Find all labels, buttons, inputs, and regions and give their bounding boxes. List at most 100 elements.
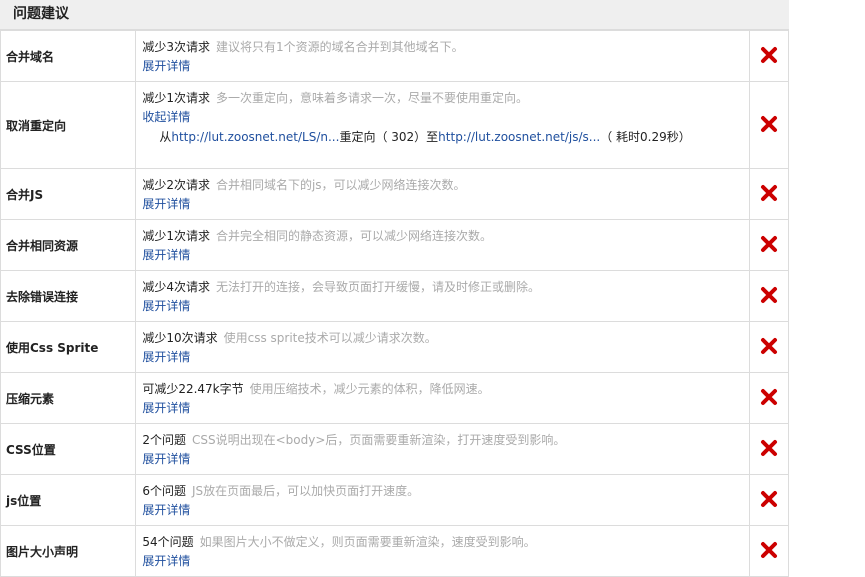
suggestion-row: 合并域名 减少3次请求 建议将只有1个资源的域名合并到其他域名下。 展开详情 (0, 30, 790, 82)
suggestions-table: 合并域名 减少3次请求 建议将只有1个资源的域名合并到其他域名下。 展开详情 取消… (0, 30, 790, 577)
suggestions-panel: 问题建议 合并域名 减少3次请求 建议将只有1个资源的域名合并到其他域名下。 展开… (0, 0, 790, 577)
rule-count: 减少10次请求 (142, 331, 218, 345)
redirect-to-link[interactable]: http://lut.zoosnet.net/js/s... (438, 130, 600, 144)
rule-action-cell (748, 321, 790, 373)
rule-description: CSS说明出现在<body>后，页面需要重新渲染，打开速度受到影响。 (191, 433, 566, 447)
rule-description: 合并完全相同的静态资源，可以减少网络连接次数。 (215, 229, 492, 243)
suggestion-row: 合并JS 减少2次请求 合并相同域名下的js，可以减少网络连接次数。 展开详情 (0, 168, 790, 220)
rule-detail: 2个问题 CSS说明出现在<body>后，页面需要重新渲染，打开速度受到影响。 展… (135, 423, 750, 475)
rule-detail: 减少2次请求 合并相同域名下的js，可以减少网络连接次数。 展开详情 (135, 168, 750, 220)
close-icon[interactable] (760, 490, 778, 511)
rule-description: 建议将只有1个资源的域名合并到其他域名下。 (215, 40, 464, 54)
suggestions-table-body: 合并域名 减少3次请求 建议将只有1个资源的域名合并到其他域名下。 展开详情 取消… (0, 30, 790, 577)
rule-description: 使用css sprite技术可以减少请求次数。 (223, 331, 437, 345)
rule-count: 可减少22.47k字节 (142, 382, 244, 396)
rule-action-cell (748, 168, 790, 220)
suggestion-row: 取消重定向 减少1次请求 多一次重定向，意味着多请求一次，尽量不要使用重定向。 收… (0, 81, 790, 169)
suggestion-row: 合并相同资源 减少1次请求 合并完全相同的静态资源，可以减少网络连接次数。 展开详… (0, 219, 790, 271)
expand-details-link[interactable]: 展开详情 (142, 247, 190, 263)
redirect-time-text: （ 耗时0.29秒） (600, 130, 691, 144)
close-icon[interactable] (760, 541, 778, 562)
rule-summary: 2个问题 CSS说明出现在<body>后，页面需要重新渲染，打开速度受到影响。 (142, 432, 749, 448)
rule-name: 图片大小声明 (0, 525, 137, 577)
rule-summary: 减少2次请求 合并相同域名下的js，可以减少网络连接次数。 (142, 177, 749, 193)
rule-name: 压缩元素 (0, 372, 137, 424)
redirect-from-prefix: 从 (159, 130, 172, 144)
section-title: 问题建议 (0, 0, 789, 30)
expand-details-link[interactable]: 展开详情 (142, 349, 190, 365)
close-icon[interactable] (760, 184, 778, 205)
rule-count: 减少1次请求 (142, 91, 210, 105)
rule-summary: 6个问题 JS放在页面最后，可以加快页面打开速度。 (142, 483, 749, 499)
rule-summary: 54个问题 如果图片大小不做定义，则页面需要重新渲染，速度受到影响。 (142, 534, 749, 550)
rule-count: 减少2次请求 (142, 178, 210, 192)
rule-action-cell (748, 81, 790, 169)
rule-action-cell (748, 474, 790, 526)
close-icon[interactable] (760, 388, 778, 409)
rule-description: 如果图片大小不做定义，则页面需要重新渲染，速度受到影响。 (199, 535, 536, 549)
collapse-details-link[interactable]: 收起详情 (142, 109, 190, 125)
rule-count: 减少4次请求 (142, 280, 210, 294)
rule-count: 2个问题 (142, 433, 186, 447)
rule-summary: 可减少22.47k字节 使用压缩技术，减少元素的体积，降低网速。 (142, 381, 749, 397)
suggestion-row: CSS位置 2个问题 CSS说明出现在<body>后，页面需要重新渲染，打开速度受… (0, 423, 790, 475)
expand-details-link[interactable]: 展开详情 (142, 400, 190, 416)
close-icon[interactable] (760, 115, 778, 136)
rule-description: 合并相同域名下的js，可以减少网络连接次数。 (215, 178, 466, 192)
rule-name: 取消重定向 (0, 81, 137, 169)
suggestion-row: 图片大小声明 54个问题 如果图片大小不做定义，则页面需要重新渲染，速度受到影响。… (0, 525, 790, 577)
rule-summary: 减少1次请求 合并完全相同的静态资源，可以减少网络连接次数。 (142, 228, 749, 244)
rule-name: 使用Css Sprite (0, 321, 137, 373)
rule-detail: 减少4次请求 无法打开的连接，会导致页面打开缓慢，请及时修正或删除。 展开详情 (135, 270, 750, 322)
rule-name: 去除错误连接 (0, 270, 137, 322)
expand-details-link[interactable]: 展开详情 (142, 502, 190, 518)
suggestion-row: 去除错误连接 减少4次请求 无法打开的连接，会导致页面打开缓慢，请及时修正或删除。… (0, 270, 790, 322)
rule-name: 合并JS (0, 168, 137, 220)
rule-action-cell (748, 270, 790, 322)
rule-description: 多一次重定向，意味着多请求一次，尽量不要使用重定向。 (215, 91, 528, 105)
close-icon[interactable] (760, 46, 778, 67)
close-icon[interactable] (760, 286, 778, 307)
rule-detail: 减少10次请求 使用css sprite技术可以减少请求次数。 展开详情 (135, 321, 750, 373)
rule-count: 6个问题 (142, 484, 186, 498)
rule-detail: 减少1次请求 多一次重定向，意味着多请求一次，尽量不要使用重定向。 收起详情 从h… (135, 81, 750, 169)
rule-name: 合并相同资源 (0, 219, 137, 271)
redirect-mid-text: 重定向（ 302）至 (339, 130, 439, 144)
suggestion-row: js位置 6个问题 JS放在页面最后，可以加快页面打开速度。 展开详情 (0, 474, 790, 526)
rule-count: 减少1次请求 (142, 229, 210, 243)
expand-details-link[interactable]: 展开详情 (142, 451, 190, 467)
redirect-detail: 从http://lut.zoosnet.net/LS/n...重定向（ 302）… (159, 129, 749, 145)
rule-summary: 减少4次请求 无法打开的连接，会导致页面打开缓慢，请及时修正或删除。 (142, 279, 749, 295)
rule-detail: 减少1次请求 合并完全相同的静态资源，可以减少网络连接次数。 展开详情 (135, 219, 750, 271)
rule-action-cell (748, 372, 790, 424)
close-icon[interactable] (760, 439, 778, 460)
redirect-from-link[interactable]: http://lut.zoosnet.net/LS/n... (171, 130, 339, 144)
rule-description: 无法打开的连接，会导致页面打开缓慢，请及时修正或删除。 (215, 280, 540, 294)
rule-name: js位置 (0, 474, 137, 526)
rule-detail: 6个问题 JS放在页面最后，可以加快页面打开速度。 展开详情 (135, 474, 750, 526)
rule-action-cell (748, 30, 790, 82)
rule-name: 合并域名 (0, 30, 137, 82)
rule-action-cell (748, 219, 790, 271)
close-icon[interactable] (760, 337, 778, 358)
rule-summary: 减少3次请求 建议将只有1个资源的域名合并到其他域名下。 (142, 39, 749, 55)
rule-detail: 减少3次请求 建议将只有1个资源的域名合并到其他域名下。 展开详情 (135, 30, 750, 82)
suggestion-row: 压缩元素 可减少22.47k字节 使用压缩技术，减少元素的体积，降低网速。 展开详… (0, 372, 790, 424)
rule-count: 54个问题 (142, 535, 194, 549)
rule-description: JS放在页面最后，可以加快页面打开速度。 (191, 484, 420, 498)
expand-details-link[interactable]: 展开详情 (142, 196, 190, 212)
close-icon[interactable] (760, 235, 778, 256)
suggestion-row: 使用Css Sprite 减少10次请求 使用css sprite技术可以减少请求… (0, 321, 790, 373)
rule-action-cell (748, 525, 790, 577)
rule-summary: 减少1次请求 多一次重定向，意味着多请求一次，尽量不要使用重定向。 (142, 90, 749, 106)
rule-count: 减少3次请求 (142, 40, 210, 54)
expand-details-link[interactable]: 展开详情 (142, 58, 190, 74)
expand-details-link[interactable]: 展开详情 (142, 553, 190, 569)
rule-name: CSS位置 (0, 423, 137, 475)
rule-detail: 54个问题 如果图片大小不做定义，则页面需要重新渲染，速度受到影响。 展开详情 (135, 525, 750, 577)
rule-summary: 减少10次请求 使用css sprite技术可以减少请求次数。 (142, 330, 749, 346)
rule-action-cell (748, 423, 790, 475)
expand-details-link[interactable]: 展开详情 (142, 298, 190, 314)
rule-description: 使用压缩技术，减少元素的体积，降低网速。 (249, 382, 490, 396)
rule-detail: 可减少22.47k字节 使用压缩技术，减少元素的体积，降低网速。 展开详情 (135, 372, 750, 424)
